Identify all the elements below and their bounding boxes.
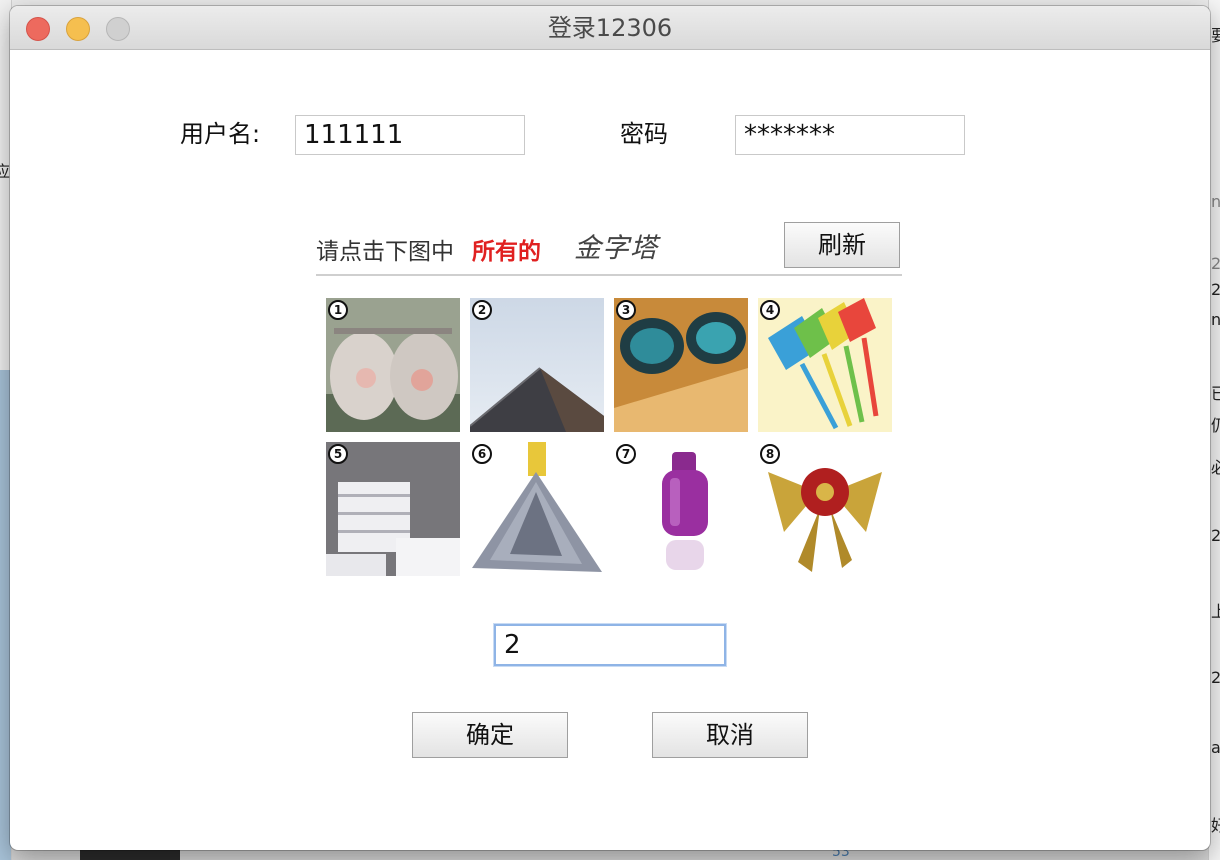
background-text: 仍	[1211, 412, 1220, 436]
background-text: 好	[1211, 812, 1220, 836]
title-bar[interactable]: 登录12306	[10, 6, 1210, 50]
password-input[interactable]	[735, 115, 965, 155]
captcha-answer-input[interactable]	[494, 624, 726, 666]
captcha-instruction: 请点击下图中	[316, 239, 454, 265]
cancel-button[interactable]: 取消	[652, 712, 808, 758]
background-text: 2	[1211, 668, 1220, 687]
fly-swatters-image	[758, 298, 892, 432]
captcha-tile-8[interactable]: 8	[758, 442, 892, 576]
background-text: 2	[1211, 254, 1220, 273]
hot-water-bottle-image	[614, 442, 748, 576]
captcha-keyword: 金字塔	[574, 233, 658, 264]
confirm-button[interactable]: 确定	[412, 712, 568, 758]
tile-number-badge: 7	[616, 444, 636, 464]
captcha-tile-6[interactable]: 6	[470, 442, 604, 576]
pyramid-image	[470, 298, 604, 432]
username-input[interactable]	[295, 115, 525, 155]
background-text: 上	[1211, 598, 1220, 622]
background-text: 2	[1211, 280, 1220, 299]
captcha-tile-5[interactable]: 5	[326, 442, 460, 576]
tile-number-badge: 2	[472, 300, 492, 320]
background-text: 要	[1211, 22, 1220, 46]
background-text: 已	[1211, 380, 1220, 404]
background-text: a	[1211, 738, 1220, 757]
captcha-instruction-highlight: 所有的	[472, 239, 541, 265]
tile-number-badge: 8	[760, 444, 780, 464]
login-dialog: 登录12306 用户名: 密码 请点击下图中 所有的 金字塔 刷新 1	[10, 6, 1210, 850]
background-text: n	[1211, 192, 1220, 211]
window-title: 登录12306	[547, 14, 673, 42]
mop-head-image	[470, 442, 604, 576]
tile-number-badge: 6	[472, 444, 492, 464]
tile-number-badge: 1	[328, 300, 348, 320]
tile-number-badge: 3	[616, 300, 636, 320]
refresh-captcha-button[interactable]: 刷新	[784, 222, 900, 268]
teal-bowls-image	[614, 298, 748, 432]
background-text: 必	[1211, 454, 1220, 478]
captcha-tile-1[interactable]: 1	[326, 298, 460, 432]
background-text: 2	[1211, 526, 1220, 545]
captcha-tile-3[interactable]: 3	[614, 298, 748, 432]
tile-number-badge: 4	[760, 300, 780, 320]
tile-number-badge: 5	[328, 444, 348, 464]
background-text: nd	[1211, 310, 1220, 329]
username-label: 用户名:	[180, 120, 261, 148]
tape-rolls-image	[326, 442, 460, 576]
ceramic-jars-image	[326, 298, 460, 432]
background-text: 应	[0, 158, 10, 182]
password-label: 密码	[620, 120, 668, 148]
captcha-tile-7[interactable]: 7	[614, 442, 748, 576]
gold-bow-ornament-image	[758, 442, 892, 576]
captcha-tile-2[interactable]: 2	[470, 298, 604, 432]
captcha-tile-4[interactable]: 4	[758, 298, 892, 432]
